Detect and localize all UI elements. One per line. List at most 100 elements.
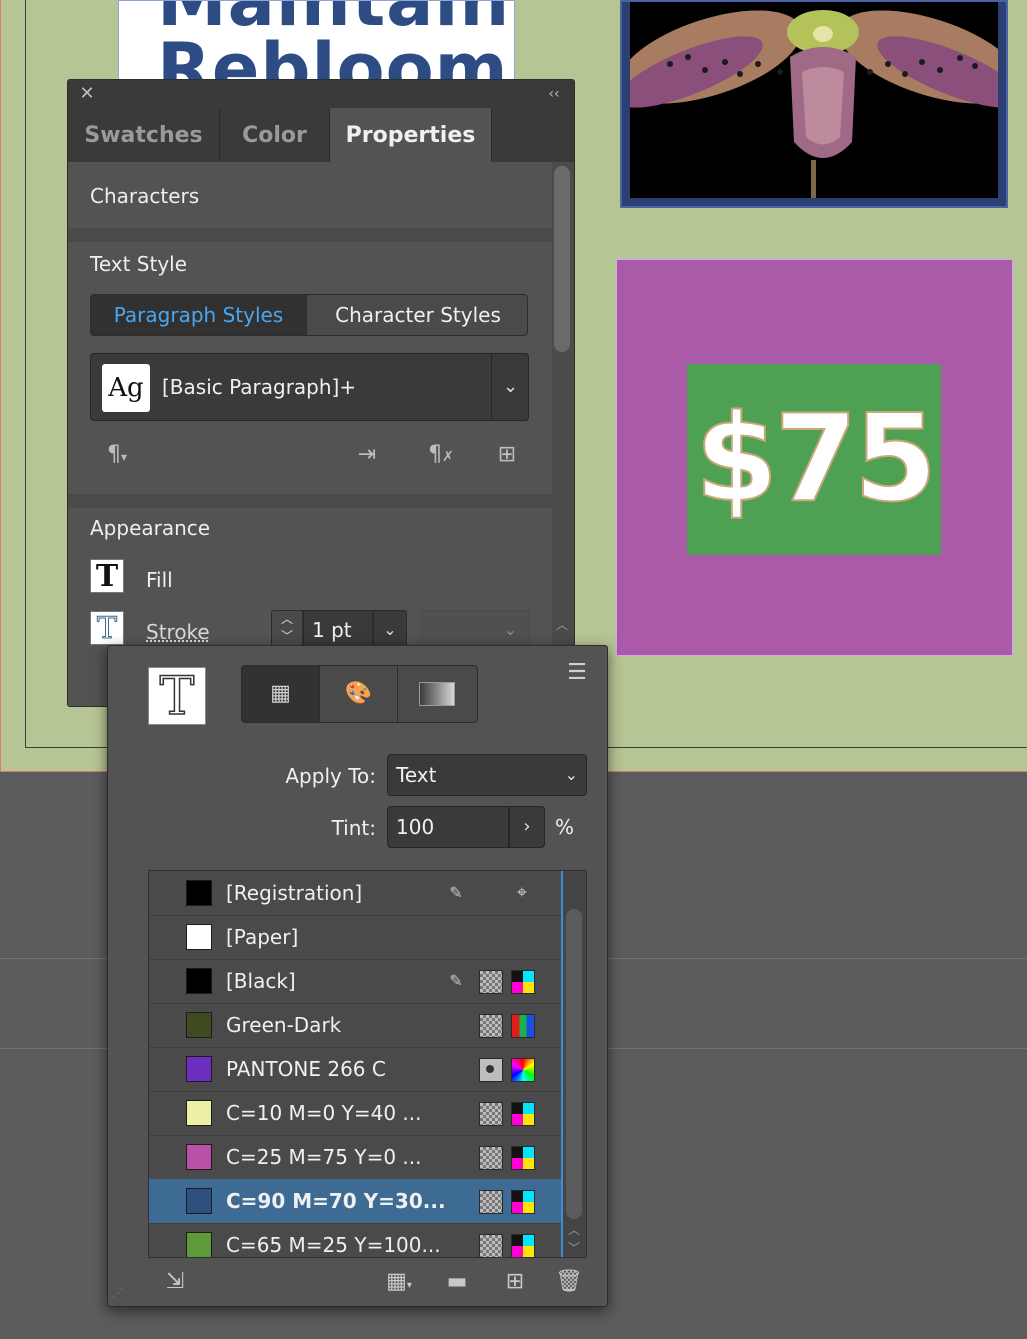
price-text[interactable]: $75 <box>687 364 941 555</box>
lab-mode-icon <box>511 1058 535 1082</box>
fill-label: Fill <box>146 568 173 592</box>
swatch-row-black[interactable]: [Black] ✎ <box>149 959 561 1004</box>
paragraph-style-value: [Basic Paragraph]+ <box>162 375 357 399</box>
chevron-right-icon[interactable]: › <box>509 806 545 848</box>
swatch-name: PANTONE 266 C <box>226 1057 386 1081</box>
chevron-down-icon[interactable]: ⌄ <box>492 354 529 420</box>
cmyk-mode-icon <box>511 970 535 994</box>
orchid-illustration <box>630 10 998 198</box>
paragraph-style-dropdown[interactable]: Ag [Basic Paragraph]+ ⌄ <box>90 353 529 421</box>
spot-color-icon <box>479 1058 503 1082</box>
headline-text: Maintain. Rebloom. <box>157 0 515 80</box>
tab-swatches[interactable]: Swatches <box>68 108 220 162</box>
swatch-name: Green-Dark <box>226 1013 342 1037</box>
characters-heading: Characters <box>90 184 200 208</box>
swatches-mode-icon[interactable]: ▦ <box>242 666 320 722</box>
tab-properties[interactable]: Properties <box>330 108 492 162</box>
swatch-name: C=25 M=75 Y=0 ... <box>226 1145 422 1169</box>
tint-input[interactable]: 100 <box>387 806 509 848</box>
stroke-swatch-popover: T ▦ 🎨 ☰ Apply To: Text ⌄ Tint: 100 › % [… <box>107 645 608 1307</box>
swatch-color-chip <box>186 1012 212 1038</box>
swatch-mode-group: ▦ 🎨 <box>241 665 478 723</box>
color-mode-icon[interactable]: 🎨 <box>320 666 398 722</box>
swatch-name: C=65 M=25 Y=100... <box>226 1233 441 1257</box>
swatch-color-chip <box>186 1232 212 1257</box>
swatch-color-chip <box>186 1100 212 1126</box>
style-preview-icon: Ag <box>102 364 150 412</box>
tint-unit: % <box>555 815 575 839</box>
process-color-icon <box>479 1102 503 1126</box>
new-swatch-icon[interactable]: ⊞ <box>500 1268 530 1296</box>
cmyk-mode-icon <box>511 1102 535 1126</box>
swatch-list-scrollbar-thumb[interactable] <box>566 909 582 1219</box>
chevron-down-icon: ⌄ <box>564 765 578 784</box>
stroke-type-dropdown[interactable]: ⌄ <box>420 610 530 648</box>
section-divider <box>68 228 552 242</box>
swatch-row-paper[interactable]: [Paper] <box>149 915 561 960</box>
swatch-color-chip <box>186 1144 212 1170</box>
cmyk-mode-icon <box>511 1146 535 1170</box>
cmyk-mode-icon <box>511 1190 535 1214</box>
close-icon[interactable]: ✕ <box>77 84 97 104</box>
stroke-swatch-icon[interactable]: T <box>90 611 124 646</box>
place-swatch-icon[interactable]: ⇲ <box>160 1268 190 1296</box>
collapse-panel-icon[interactable]: ‹‹ <box>540 84 568 104</box>
style-type-toggle: Paragraph Styles Character Styles <box>90 294 528 336</box>
hamburger-menu-icon[interactable]: ☰ <box>564 662 590 684</box>
price-frame[interactable]: $75 <box>616 259 1013 656</box>
properties-panel: ✕ ‹‹ Swatches Color Properties Character… <box>67 79 575 707</box>
swatch-color-chip <box>186 968 212 994</box>
resize-grip-icon[interactable]: ⋰ <box>112 1286 130 1304</box>
characters-section: Characters <box>68 162 552 228</box>
new-style-icon[interactable]: ⊞ <box>492 442 522 470</box>
clear-overrides-icon[interactable]: ¶✗ <box>424 442 458 470</box>
swatch-row-green[interactable]: C=65 M=25 Y=100... <box>149 1223 561 1257</box>
swatch-color-chip <box>186 1056 212 1082</box>
stroke-label[interactable]: Stroke <box>146 620 210 644</box>
tab-color[interactable]: Color <box>220 108 330 162</box>
folder-icon[interactable]: ▬ <box>442 1268 472 1296</box>
swatch-view-icon[interactable]: ▦▾ <box>384 1268 414 1296</box>
swatch-name: C=90 M=70 Y=30... <box>226 1189 446 1213</box>
load-styles-icon[interactable]: ⇥ <box>350 442 384 470</box>
process-color-icon <box>479 1190 503 1214</box>
panel-titlebar[interactable] <box>68 80 574 108</box>
fill-swatch-icon[interactable]: T <box>90 559 124 594</box>
scroll-down-icon[interactable]: ﹀ <box>566 1239 582 1255</box>
rgb-mode-icon <box>511 1014 535 1038</box>
panel-scrollbar-thumb[interactable] <box>554 166 570 352</box>
swatch-name: C=10 M=0 Y=40 ... <box>226 1101 422 1125</box>
process-color-icon <box>479 970 503 994</box>
no-edit-icon: ✎ <box>449 883 463 902</box>
orchid-image-frame[interactable] <box>620 0 1008 208</box>
apply-to-label: Apply To: <box>285 764 376 788</box>
trash-icon[interactable]: 🗑 <box>554 1268 584 1296</box>
swatch-list: [Registration] ✎ ⌖ [Paper] [Black] ✎ Gre… <box>148 870 587 1258</box>
process-color-icon <box>479 1146 503 1170</box>
scroll-up-icon[interactable]: ︿ <box>554 616 570 632</box>
paragraph-mark-icon[interactable]: ¶▾ <box>100 442 134 470</box>
stroke-text-icon[interactable]: T <box>148 667 206 727</box>
swatch-name: [Paper] <box>226 925 299 949</box>
swatch-name: [Black] <box>226 969 296 993</box>
gradient-mode-icon[interactable] <box>398 666 476 722</box>
swatch-row-light-yellow[interactable]: C=10 M=0 Y=40 ... <box>149 1091 561 1136</box>
character-styles-button[interactable]: Character Styles <box>308 295 527 335</box>
swatch-row-registration[interactable]: [Registration] ✎ ⌖ <box>149 871 561 916</box>
scroll-up-icon[interactable]: ︿ <box>566 1221 582 1237</box>
section-divider <box>68 494 552 508</box>
swatch-row-dark-blue[interactable]: C=90 M=70 Y=30... <box>149 1179 561 1224</box>
stroke-weight-field[interactable]: 1 pt <box>303 610 373 648</box>
apply-to-dropdown[interactable]: Text ⌄ <box>387 754 587 796</box>
headline-text-frame[interactable]: Maintain. Rebloom. <box>118 0 515 80</box>
panel-tabbar: Swatches Color Properties <box>68 108 574 162</box>
swatch-color-chip <box>186 924 212 950</box>
stroke-weight-stepper[interactable]: ︿ ﹀ <box>271 610 303 648</box>
apply-to-value: Text <box>396 763 437 787</box>
paragraph-styles-button[interactable]: Paragraph Styles <box>91 295 307 335</box>
price-background: $75 <box>687 364 941 555</box>
chevron-down-icon[interactable]: ⌄ <box>373 610 407 648</box>
swatch-row-magenta[interactable]: C=25 M=75 Y=0 ... <box>149 1135 561 1180</box>
swatch-row-green-dark[interactable]: Green-Dark <box>149 1003 561 1048</box>
swatch-row-pantone[interactable]: PANTONE 266 C <box>149 1047 561 1092</box>
